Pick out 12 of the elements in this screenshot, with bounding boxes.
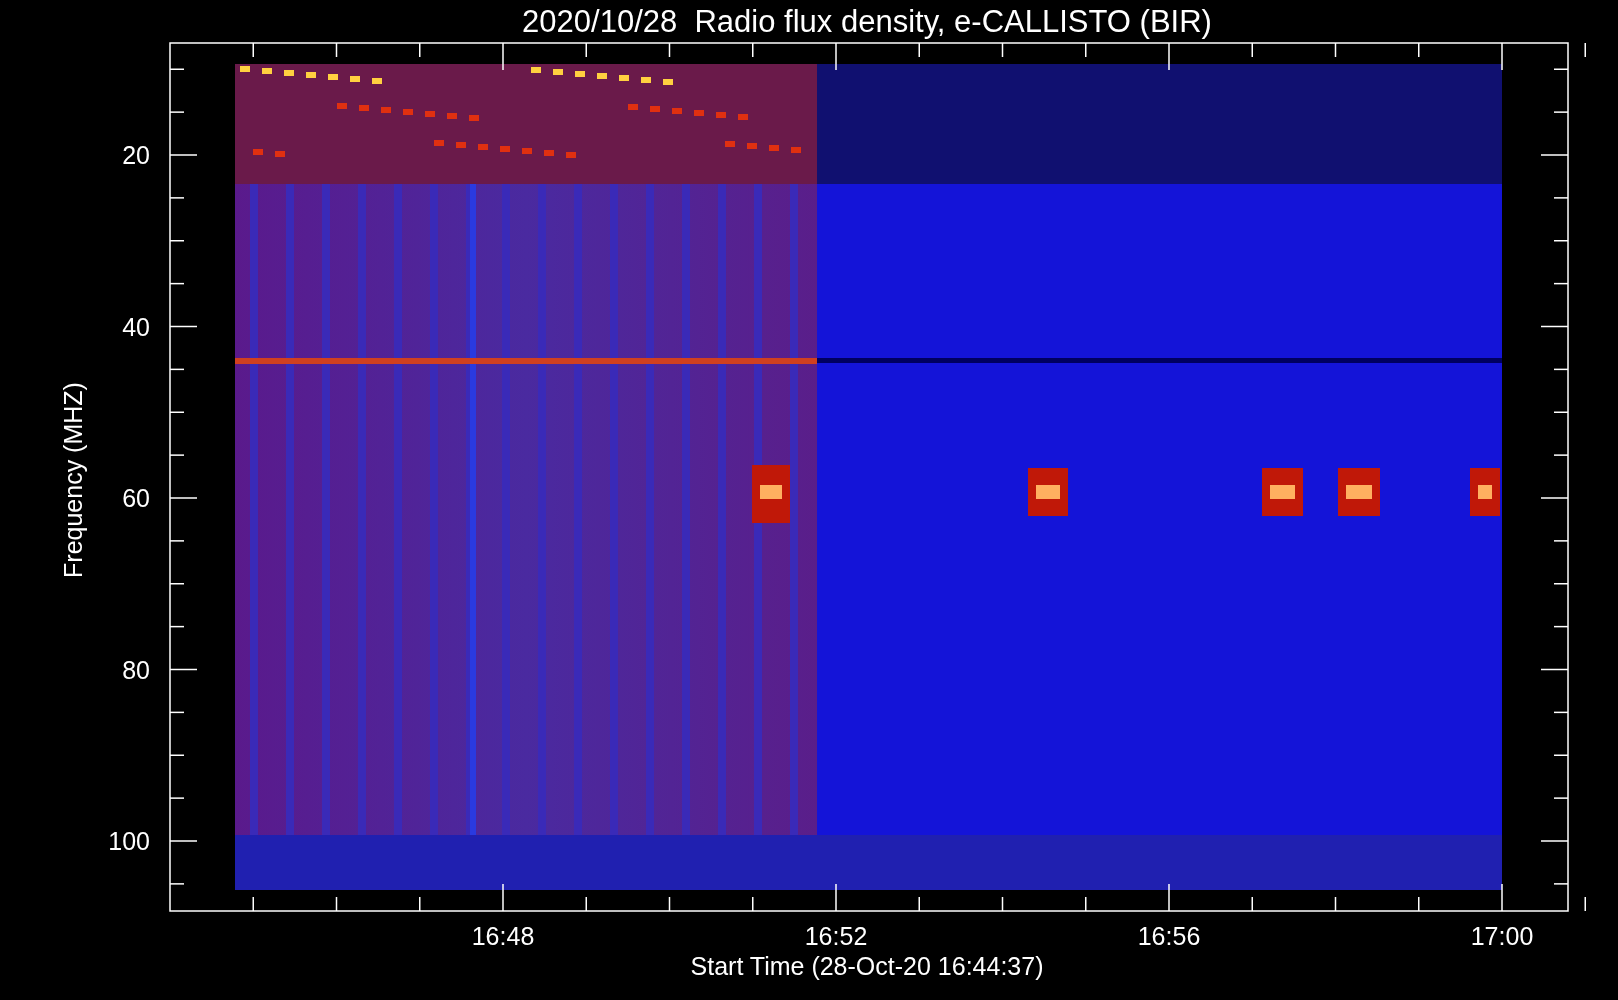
x-tick-label: 16:52 <box>804 922 868 950</box>
x-axis-label: Start Time (28-Oct-20 16:44:37) <box>690 952 1044 980</box>
y-tick-label: 20 <box>122 141 150 169</box>
y-tick-label: 100 <box>108 827 150 855</box>
y-tick-label: 40 <box>122 312 150 341</box>
x-tick-label: 17:00 <box>1470 922 1534 950</box>
chart-title: 2020/10/28 Radio flux density, e-CALLISTO (BIR) <box>522 4 1212 39</box>
y-tick-label: 60 <box>122 484 150 512</box>
y-axis-label: Frequency (MHZ) <box>59 382 87 578</box>
x-tick-label: 16:48 <box>471 922 535 950</box>
y-tick-label: 80 <box>122 655 150 684</box>
x-tick-label: 16:56 <box>1137 922 1201 950</box>
